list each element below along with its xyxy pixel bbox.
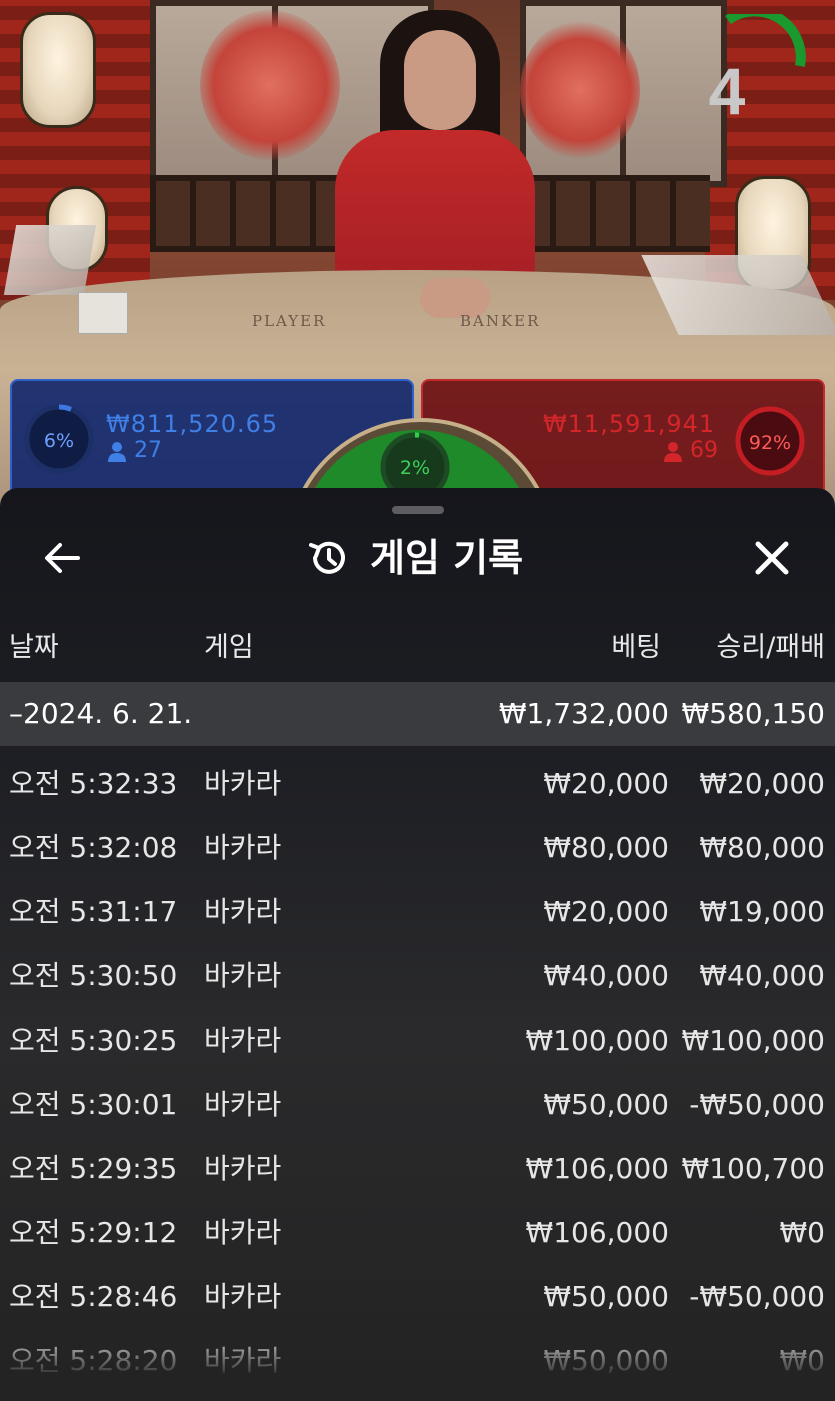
- countdown-number: 4: [708, 54, 746, 128]
- row-game: 바카라: [204, 1280, 282, 1313]
- history-row[interactable]: 오전 5:31:17 바카라 ₩20,000 ₩19,000: [0, 880, 835, 944]
- history-title: 게임 기록: [370, 536, 524, 580]
- player-user-icon: [108, 442, 126, 462]
- column-header-date: 날짜: [9, 632, 59, 663]
- row-game: 바카라: [204, 1152, 282, 1185]
- history-row[interactable]: 오전 5:28:20 바카라 ₩50,000 ₩0: [0, 1329, 835, 1393]
- history-row[interactable]: 오전 5:29:35 바카라 ₩106,000 ₩100,700: [0, 1137, 835, 1201]
- row-bet: ₩40,000: [543, 959, 669, 992]
- row-game: 바카라: [204, 831, 282, 864]
- drag-handle[interactable]: [392, 506, 444, 514]
- player-total-amount: ₩811,520.65: [106, 410, 279, 438]
- card-stack: [78, 292, 128, 334]
- row-win-loss: -₩50,000: [689, 1088, 825, 1121]
- history-row[interactable]: 오전 5:30:01 바카라 ₩50,000 -₩50,000: [0, 1073, 835, 1137]
- history-row[interactable]: 오전 5:28:46 바카라 ₩50,000 -₩50,000: [0, 1265, 835, 1329]
- column-header-bet: 베팅: [611, 632, 661, 663]
- row-win-loss: ₩100,700: [681, 1152, 825, 1185]
- row-game: 바카라: [204, 959, 282, 992]
- row-time: 오전 5:30:25: [9, 1024, 178, 1057]
- player-percent: 6%: [43, 430, 75, 452]
- row-bet: ₩20,000: [543, 895, 669, 928]
- table-label-player: PLAYER: [252, 312, 327, 330]
- arrow-left-icon[interactable]: [40, 536, 84, 580]
- close-icon[interactable]: [750, 536, 794, 580]
- dealer: [335, 130, 535, 290]
- row-win-loss: -₩50,000: [689, 1280, 825, 1313]
- banker-total-amount: ₩11,591,941: [543, 410, 716, 438]
- history-row[interactable]: 오전 5:32:33 바카라 ₩20,000 ₩20,000: [0, 752, 835, 816]
- history-row[interactable]: 오전 5:30:25 바카라 ₩100,000 ₩100,000: [0, 1009, 835, 1073]
- row-win-loss: ₩0: [779, 1344, 826, 1377]
- row-time: 오전 5:32:08: [9, 831, 178, 864]
- column-header-win-loss: 승리/패배: [716, 632, 825, 663]
- card-shoe: [3, 225, 97, 295]
- row-bet: ₩106,000: [525, 1152, 669, 1185]
- row-time: 오전 5:29:35: [9, 1152, 178, 1185]
- row-win-loss: ₩80,000: [699, 831, 825, 864]
- row-time: 오전 5:32:33: [9, 767, 178, 800]
- row-bet: ₩20,000: [543, 767, 669, 800]
- game-history-sheet: 게임 기록 날짜 게임 베팅 승리/패배 –2024. 6. 21. ₩1,73…: [0, 488, 835, 1401]
- row-time: 오전 5:31:17: [9, 895, 178, 928]
- lantern: [20, 12, 96, 128]
- tie-percent: 2%: [399, 457, 431, 479]
- group-date: –2024. 6. 21.: [9, 697, 193, 730]
- banker-player-count: 69: [690, 438, 718, 463]
- row-time: 오전 5:30:01: [9, 1088, 178, 1121]
- row-game: 바카라: [204, 767, 282, 800]
- cherry-blossom: [200, 10, 340, 160]
- row-bet: ₩100,000: [525, 1024, 669, 1057]
- row-win-loss: ₩20,000: [699, 767, 825, 800]
- dealer-face: [404, 30, 476, 130]
- row-bet: ₩50,000: [543, 1344, 669, 1377]
- row-time: 오전 5:30:50: [9, 959, 178, 992]
- group-win-loss-total: ₩580,150: [681, 697, 825, 730]
- cherry-blossom: [520, 20, 640, 160]
- row-win-loss: ₩100,000: [681, 1024, 825, 1057]
- row-win-loss: ₩40,000: [699, 959, 825, 992]
- history-row[interactable]: 오전 5:32:08 바카라 ₩80,000 ₩80,000: [0, 816, 835, 880]
- player-player-count: 27: [134, 438, 162, 463]
- history-row[interactable]: 오전 5:29:12 바카라 ₩106,000 ₩0: [0, 1201, 835, 1265]
- banker-user-icon: [664, 442, 682, 462]
- row-win-loss: ₩0: [779, 1216, 826, 1249]
- table-label-banker: BANKER: [460, 312, 541, 330]
- row-bet: ₩50,000: [543, 1088, 669, 1121]
- row-time: 오전 5:28:20: [9, 1344, 178, 1377]
- date-group-row[interactable]: –2024. 6. 21. ₩1,732,000 ₩580,150: [0, 682, 835, 746]
- row-game: 바카라: [204, 895, 282, 928]
- row-bet: ₩106,000: [525, 1216, 669, 1249]
- row-bet: ₩50,000: [543, 1280, 669, 1313]
- row-bet: ₩80,000: [543, 831, 669, 864]
- group-bet-total: ₩1,732,000: [498, 697, 669, 730]
- row-game: 바카라: [204, 1024, 282, 1057]
- column-header-game: 게임: [204, 632, 254, 663]
- row-time: 오전 5:29:12: [9, 1216, 178, 1249]
- row-win-loss: ₩19,000: [699, 895, 825, 928]
- history-row[interactable]: 오전 5:30:50 바카라 ₩40,000 ₩40,000: [0, 944, 835, 1008]
- row-time: 오전 5:28:46: [9, 1280, 178, 1313]
- banker-percent: 92%: [748, 432, 792, 454]
- row-game: 바카라: [204, 1216, 282, 1249]
- history-icon: [309, 541, 345, 574]
- row-game: 바카라: [204, 1344, 282, 1377]
- row-game: 바카라: [204, 1088, 282, 1121]
